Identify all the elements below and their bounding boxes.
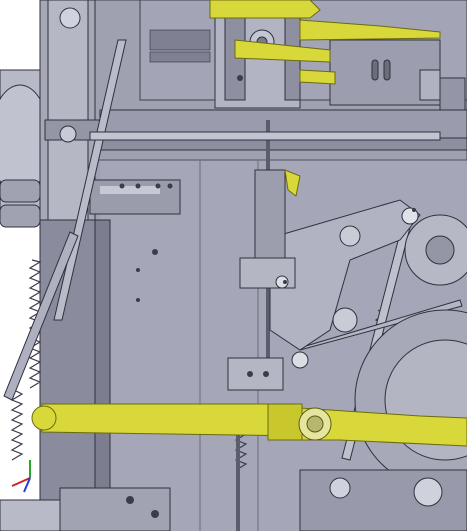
cad-viewport: [0, 0, 467, 531]
top-carriage: [99, 0, 467, 151]
